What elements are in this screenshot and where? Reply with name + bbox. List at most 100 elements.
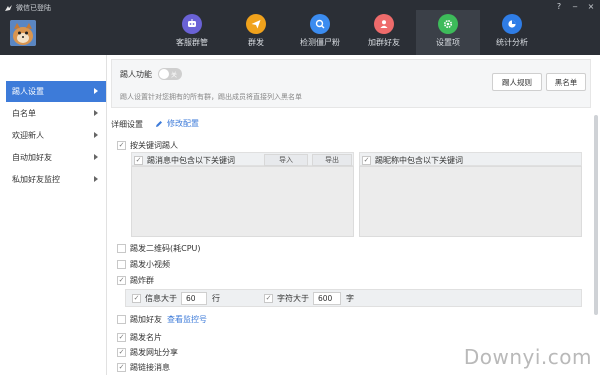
info-threshold-unit: 行 (212, 294, 220, 303)
msg-keyword-textarea[interactable] (131, 166, 354, 237)
char-threshold-label: 字符大于 (277, 294, 309, 303)
robot-icon (182, 14, 202, 34)
import-button[interactable]: 导入 (264, 154, 308, 166)
add-friend-checkbox[interactable] (117, 315, 126, 324)
close-button[interactable]: × (586, 2, 596, 11)
add-friend-row[interactable]: 踢加好友 查看监控号 (117, 314, 207, 325)
nav-item-detect-zombie[interactable]: 检测僵尸粉 (288, 10, 352, 55)
sidebar-item-label: 自动加好友 (12, 153, 52, 162)
nick-keyword-textarea[interactable] (359, 166, 582, 237)
main-nav: 客服群管 群发 检测僵尸粉 加群好友 设置项 统计分析 (160, 10, 544, 55)
chevron-right-icon (94, 110, 98, 116)
nav-item-customer-service[interactable]: 客服群管 (160, 10, 224, 55)
view-monitor-link[interactable]: 查看监控号 (167, 314, 207, 325)
qr-code-label: 踢发二维码(耗CPU) (130, 244, 201, 253)
main-panel: 踢人功能 关 踢人设置针对您拥有的所有群，踢出成员将直接列入黑名单 踢人规则 黑… (107, 55, 600, 375)
nav-label: 统计分析 (496, 38, 528, 47)
by-keyword-checkbox[interactable] (117, 141, 126, 150)
url-share-label: 踢发网址分享 (130, 348, 178, 357)
edit-config-link[interactable]: 修改配置 (155, 118, 199, 129)
sidebar-item-kick-settings[interactable]: 踢人设置 (6, 81, 106, 102)
kick-description: 踢人设置针对您拥有的所有群，踢出成员将直接列入黑名单 (120, 93, 302, 101)
by-keyword-label: 按关键词踢人 (130, 141, 178, 150)
export-button[interactable]: 导出 (312, 154, 352, 166)
pencil-icon (156, 120, 162, 127)
sidebar-item-label: 踢人设置 (12, 87, 44, 96)
minimize-button[interactable]: ‒ (570, 2, 580, 11)
kick-function-label: 踢人功能 (120, 70, 152, 79)
name-card-checkbox[interactable] (117, 333, 126, 342)
kick-rules-button[interactable]: 踢人规则 (492, 73, 542, 91)
kick-function-toggle[interactable]: 关 (158, 68, 182, 80)
window-controls: ? ‒ × (554, 2, 596, 11)
info-threshold-row: 信息大于 60 行 (132, 292, 220, 305)
msg-keyword-row[interactable]: 踢消息中包含以下关键词 (134, 155, 235, 166)
name-card-label: 踢发名片 (130, 333, 162, 342)
chevron-right-icon (94, 154, 98, 160)
blacklist-button[interactable]: 黑名单 (546, 73, 586, 91)
msg-keyword-header: 踢消息中包含以下关键词 导入 导出 (131, 152, 354, 166)
detect-icon (310, 14, 330, 34)
nav-item-statistics[interactable]: 统计分析 (480, 10, 544, 55)
qr-code-row[interactable]: 踢发二维码(耗CPU) (117, 243, 201, 254)
nav-label: 客服群管 (176, 38, 208, 47)
spam-row[interactable]: 踢炸群 (117, 275, 154, 286)
vertical-scrollbar[interactable] (594, 115, 598, 315)
by-keyword-row[interactable]: 按关键词踢人 (117, 140, 178, 151)
nav-item-broadcast[interactable]: 群发 (224, 10, 288, 55)
sidebar-item-label: 私加好友监控 (12, 175, 60, 184)
char-threshold-input[interactable]: 600 (313, 292, 341, 305)
watermark: Downyi.com (463, 345, 592, 369)
nick-keyword-header: 踢昵称中包含以下关键词 (359, 152, 582, 166)
nick-keyword-checkbox[interactable] (362, 156, 371, 165)
qr-code-checkbox[interactable] (117, 244, 126, 253)
chevron-right-icon (94, 176, 98, 182)
sidebar-item-auto-add-friend[interactable]: 自动加好友 (0, 147, 106, 168)
nav-label: 群发 (248, 38, 264, 47)
info-threshold-input[interactable]: 60 (181, 292, 207, 305)
nav-label: 加群好友 (368, 38, 400, 47)
url-share-row[interactable]: 踢发网址分享 (117, 347, 178, 358)
chevron-right-icon (94, 132, 98, 138)
add-friend-label: 踢加好友 (130, 315, 162, 324)
info-threshold-label: 信息大于 (145, 294, 177, 303)
msg-keyword-checkbox[interactable] (134, 156, 143, 165)
info-threshold-checkbox[interactable] (132, 294, 141, 303)
spam-checkbox[interactable] (117, 276, 126, 285)
nick-keyword-label: 踢昵称中包含以下关键词 (375, 156, 463, 165)
nav-item-settings[interactable]: 设置项 (416, 10, 480, 55)
gear-icon (438, 14, 458, 34)
char-threshold-checkbox[interactable] (264, 294, 273, 303)
sidebar-item-whitelist[interactable]: 白名单 (0, 103, 106, 124)
window-title-area: 微信已登陆 (4, 2, 51, 14)
nav-label: 检测僵尸粉 (300, 38, 340, 47)
help-button[interactable]: ? (554, 2, 564, 11)
chevron-right-icon (94, 88, 98, 94)
nick-keyword-row[interactable]: 踢昵称中包含以下关键词 (362, 155, 463, 166)
sidebar-item-welcome[interactable]: 欢迎新人 (0, 125, 106, 146)
toggle-state-text: 关 (171, 71, 178, 79)
window-title: 微信已登陆 (16, 4, 51, 12)
sidebar-item-label: 白名单 (12, 109, 36, 118)
pie-chart-icon (502, 14, 522, 34)
url-share-checkbox[interactable] (117, 348, 126, 357)
title-bar: 微信已登陆 ? ‒ × 客服群管 群发 检测僵尸粉 加群好友 设置项 统计分析 (0, 0, 600, 55)
name-card-row[interactable]: 踢发名片 (117, 332, 162, 343)
msg-keyword-label: 踢消息中包含以下关键词 (147, 156, 235, 165)
sidebar-item-private-add-monitor[interactable]: 私加好友监控 (0, 169, 106, 190)
link-message-row[interactable]: 踢链接消息 (117, 362, 170, 373)
link-message-checkbox[interactable] (117, 363, 126, 372)
short-video-checkbox[interactable] (117, 260, 126, 269)
nav-item-add-group-friends[interactable]: 加群好友 (352, 10, 416, 55)
add-friend-icon (374, 14, 394, 34)
avatar[interactable] (10, 20, 36, 46)
kick-function-panel: 踢人功能 关 踢人设置针对您拥有的所有群，踢出成员将直接列入黑名单 踢人规则 黑… (111, 59, 591, 108)
toggle-knob (159, 69, 169, 79)
link-message-label: 踢链接消息 (130, 363, 170, 372)
char-threshold-unit: 字 (346, 294, 354, 303)
sidebar-item-label: 欢迎新人 (12, 131, 44, 140)
spam-label: 踢炸群 (130, 276, 154, 285)
short-video-label: 踢发小视频 (130, 260, 170, 269)
short-video-row[interactable]: 踢发小视频 (117, 259, 170, 270)
edit-config-label: 修改配置 (167, 119, 199, 128)
